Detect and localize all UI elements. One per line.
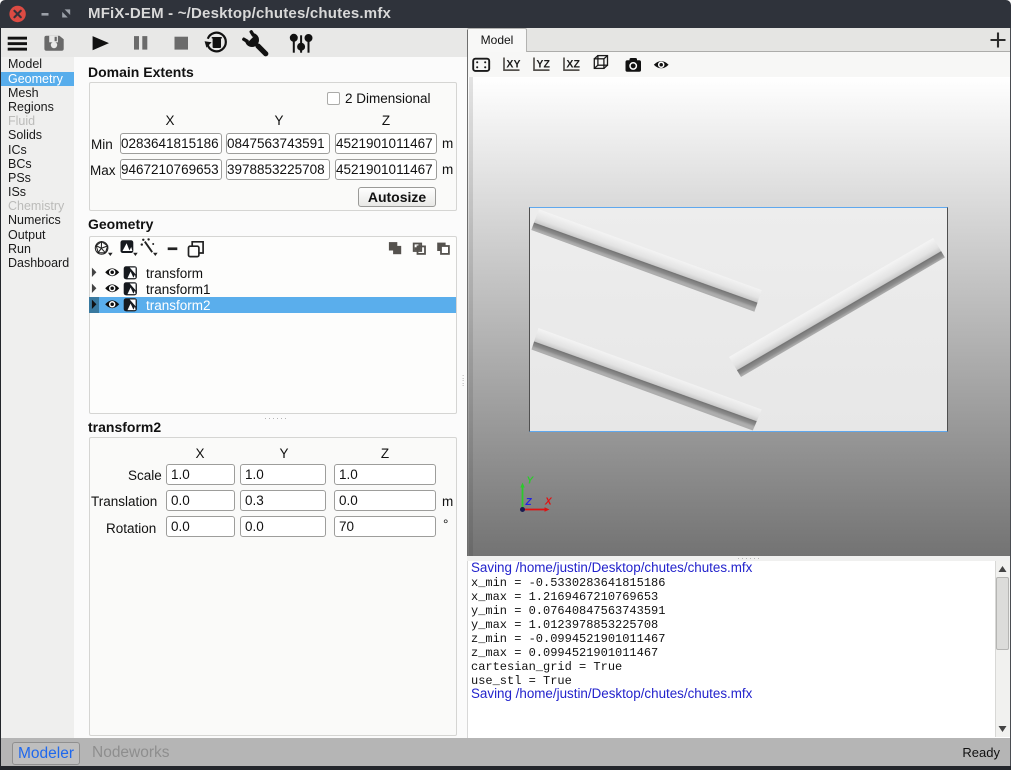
svg-text:XZ: XZ: [566, 59, 580, 71]
svg-text:YZ: YZ: [536, 59, 550, 71]
svg-text:X: X: [544, 497, 553, 508]
svg-text:Z: Z: [525, 497, 533, 508]
svg-text:XY: XY: [506, 59, 520, 71]
svg-text:Y: Y: [527, 476, 535, 487]
